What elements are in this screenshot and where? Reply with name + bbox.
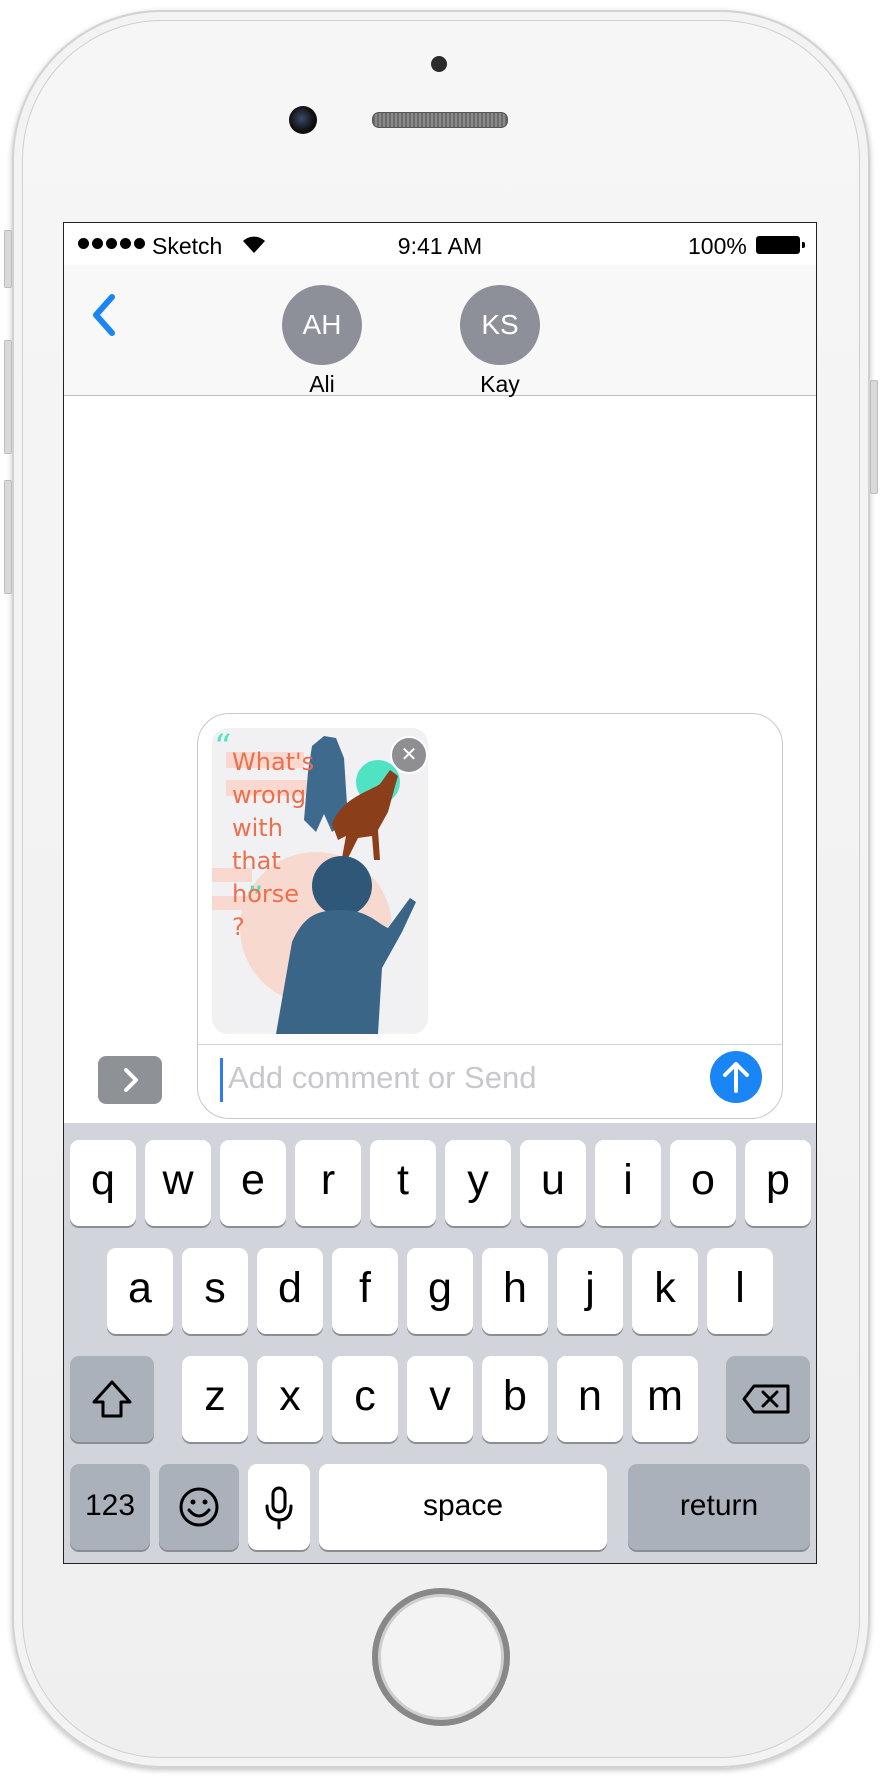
backspace-icon	[742, 1384, 790, 1414]
key-y[interactable]: y	[445, 1140, 511, 1226]
conversation-header: AH Ali KS Kay	[64, 265, 816, 398]
front-camera-icon	[289, 106, 317, 134]
home-button[interactable]	[372, 1588, 510, 1726]
arrow-up-icon	[723, 1062, 749, 1093]
key-g[interactable]: g	[407, 1248, 473, 1334]
key-l[interactable]: l	[707, 1248, 773, 1334]
mute-switch	[4, 230, 12, 288]
back-chevron-icon[interactable]	[84, 285, 124, 345]
key-n[interactable]: n	[557, 1356, 623, 1442]
key-d[interactable]: d	[257, 1248, 323, 1334]
remove-sticker-close-icon[interactable]: ✕	[390, 736, 428, 774]
key-e[interactable]: e	[220, 1140, 286, 1226]
avatar: KS	[460, 285, 540, 365]
avatar: AH	[282, 285, 362, 365]
status-bar: Sketch 9:41 AM 100%	[64, 223, 816, 265]
key-p[interactable]: p	[745, 1140, 811, 1226]
text-cursor	[220, 1058, 223, 1102]
key-t[interactable]: t	[370, 1140, 436, 1226]
svg-text:“: “	[214, 728, 231, 767]
smiley-icon	[179, 1487, 219, 1527]
send-button[interactable]	[710, 1051, 762, 1103]
stage: Sketch 9:41 AM 100% AH Ali KS Kay “ ” Wh…	[0, 0, 882, 1778]
shift-arrow-icon	[92, 1380, 132, 1418]
key-q[interactable]: q	[70, 1140, 136, 1226]
earpiece-speaker	[372, 112, 508, 128]
microphone-icon	[265, 1486, 293, 1530]
comment-input-placeholder[interactable]: Add comment or Send	[228, 1060, 536, 1096]
battery-icon	[756, 236, 805, 254]
battery-percentage: 100%	[688, 233, 747, 259]
key-i[interactable]: i	[595, 1140, 661, 1226]
key-j[interactable]: j	[557, 1248, 623, 1334]
screen: Sketch 9:41 AM 100% AH Ali KS Kay “ ” Wh…	[63, 222, 817, 1564]
space-key[interactable]: space	[319, 1464, 607, 1550]
key-v[interactable]: v	[407, 1356, 473, 1442]
key-o[interactable]: o	[670, 1140, 736, 1226]
key-s[interactable]: s	[182, 1248, 248, 1334]
compose-divider	[198, 1044, 782, 1045]
sticker-attachment[interactable]: “ ” What's wrong with that horse ?	[212, 728, 428, 1034]
power-button	[870, 380, 878, 494]
contact-ali[interactable]: AH Ali	[282, 285, 362, 398]
volume-down-button	[4, 480, 12, 594]
return-key[interactable]: return	[628, 1464, 810, 1550]
expand-apps-button[interactable]	[98, 1056, 162, 1104]
key-a[interactable]: a	[107, 1248, 173, 1334]
shift-key[interactable]	[70, 1356, 154, 1442]
key-h[interactable]: h	[482, 1248, 548, 1334]
sticker-quote: What's wrong with that horse ?	[232, 748, 315, 941]
key-k[interactable]: k	[632, 1248, 698, 1334]
contact-kay[interactable]: KS Kay	[460, 285, 540, 398]
message-compose-field[interactable]: “ ” What's wrong with that horse ? ✕ Add…	[197, 713, 783, 1119]
keyboard: q w e r t y u i o p a s d f g h j k l z …	[64, 1123, 816, 1563]
key-b[interactable]: b	[482, 1356, 548, 1442]
key-c[interactable]: c	[332, 1356, 398, 1442]
key-f[interactable]: f	[332, 1248, 398, 1334]
key-x[interactable]: x	[257, 1356, 323, 1442]
contact-name: Ali	[309, 371, 335, 397]
delete-key[interactable]	[726, 1356, 810, 1442]
chevron-right-icon	[124, 1068, 138, 1092]
key-z[interactable]: z	[182, 1356, 248, 1442]
key-u[interactable]: u	[520, 1140, 586, 1226]
contact-name: Kay	[480, 371, 520, 397]
proximity-sensor	[431, 56, 447, 72]
key-w[interactable]: w	[145, 1140, 211, 1226]
dictation-key[interactable]	[248, 1464, 310, 1550]
key-r[interactable]: r	[295, 1140, 361, 1226]
emoji-key[interactable]	[159, 1464, 239, 1550]
numbers-key[interactable]: 123	[70, 1464, 150, 1550]
key-m[interactable]: m	[632, 1356, 698, 1442]
volume-up-button	[4, 340, 12, 454]
